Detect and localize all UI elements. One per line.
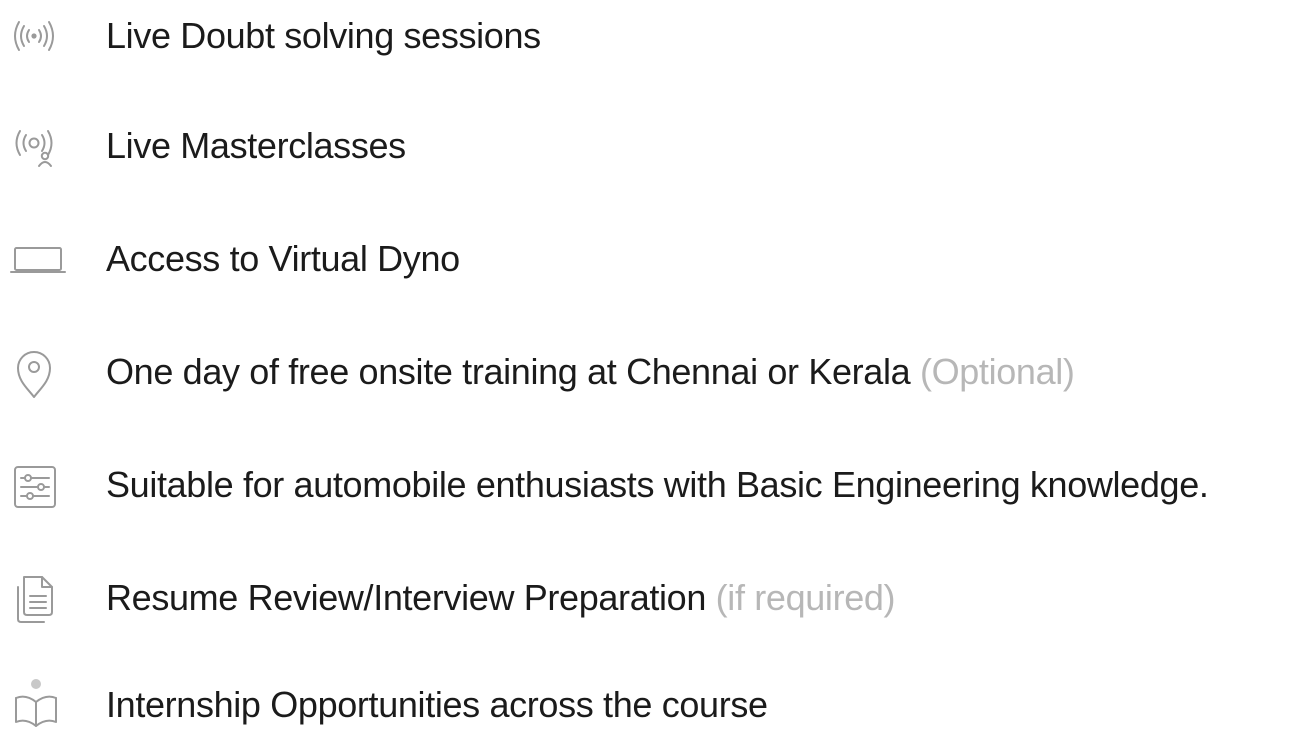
feature-text: Access to Virtual Dyno	[106, 238, 460, 279]
feature-text: Internship Opportunities across the cour…	[106, 684, 768, 725]
feature-text: Live Doubt solving sessions	[106, 15, 541, 56]
if-required-note: (if required)	[715, 577, 896, 618]
optional-note: (Optional)	[919, 351, 1075, 392]
feature-text: Live Masterclasses	[106, 125, 406, 166]
open-book-person-icon	[8, 670, 70, 740]
feature-item-live-doubt-solving: Live Doubt solving sessions	[0, 1, 1299, 71]
feature-item-suitable-for: Suitable for automobile enthusiasts with…	[0, 450, 1299, 520]
feature-text: Resume Review/Interview Preparation (if …	[106, 577, 896, 618]
feature-item-live-masterclasses: Live Masterclasses	[0, 111, 1299, 181]
location-pin-icon	[8, 337, 70, 407]
feature-text: One day of free onsite training at Chenn…	[106, 351, 1075, 392]
feature-item-virtual-dyno: Access to Virtual Dyno	[0, 224, 1299, 294]
live-broadcast-icon	[8, 1, 70, 71]
feature-item-internship: Internship Opportunities across the cour…	[0, 670, 1299, 740]
feature-item-onsite-training: One day of free onsite training at Chenn…	[0, 337, 1299, 407]
feature-item-resume-review: Resume Review/Interview Preparation (if …	[0, 563, 1299, 633]
feature-text: Suitable for automobile enthusiasts with…	[106, 464, 1209, 505]
sliders-icon	[8, 450, 70, 520]
laptop-icon	[8, 224, 70, 294]
document-icon	[8, 563, 70, 633]
feature-list: Live Doubt solving sessions Live Masterc…	[0, 0, 1299, 727]
live-masterclass-icon	[8, 111, 70, 181]
